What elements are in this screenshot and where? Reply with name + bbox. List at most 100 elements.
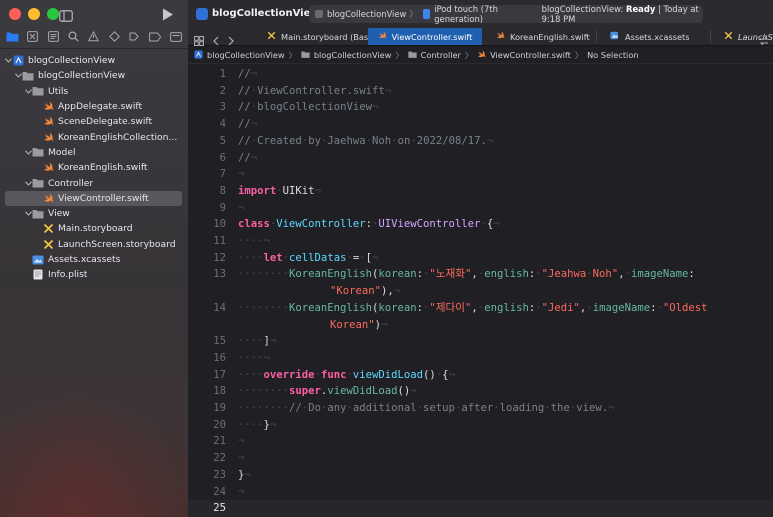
tab-viewcontroller-swift[interactable]: ViewController.swift [368,28,482,45]
code-text: //·Created·by·Jaehwa·Noh·on·2022/08/17.¬ [238,133,493,150]
tab-koreanenglish-swift[interactable]: KoreanEnglish.swift [482,28,596,45]
code-line: 7 ¬ [188,166,773,183]
zoom-window-button[interactable] [47,8,59,20]
debug-icon[interactable] [127,29,143,45]
chevron-down-icon[interactable] [24,211,32,216]
code-text: }¬ [238,467,251,484]
tree-item[interactable]: Utils [0,84,188,99]
chevron-down-icon[interactable] [4,58,12,63]
swift-icon [378,31,387,42]
line-number: 5 [219,134,226,147]
jump-bar-label: blogCollectionView [313,49,392,60]
jump-bar-item[interactable]: blogCollectionView [301,49,392,60]
chevron-down-icon[interactable] [24,150,32,155]
code-text: class·ViewController:·UIViewController·{… [238,216,500,233]
tree-item[interactable]: Controller [0,175,188,190]
code-token: imageName [630,268,689,281]
code-token: Jaehwa [327,134,366,147]
line-number: 11 [213,235,226,247]
code-token: ¬ [372,251,379,264]
tree-item[interactable]: SceneDelegate.swift [0,114,188,129]
jump-bar-item[interactable]: Controller [408,50,461,60]
breakpoint-icon[interactable] [147,29,163,45]
tree-item-label: ViewController.swift [58,192,149,204]
code-token: override [263,368,315,381]
code-token: : [688,268,695,281]
tab-label: ViewController.swift [391,31,473,42]
code-token: super [289,385,321,398]
assets-icon [610,31,620,42]
code-token: ¬ [238,435,245,448]
build-status: blogCollectionView: Ready | Today at 9:1… [542,4,703,24]
line-number: 14 [213,301,226,314]
code-token: viewDidLoad [327,385,398,398]
report-icon[interactable] [168,29,184,45]
code-token: imageName [592,301,651,314]
tree-item-label: LaunchScreen.storyboard [58,238,176,250]
tab-label: Main.storyboard (Base) [281,31,377,42]
test-icon[interactable] [106,29,122,45]
code-token: "Jeahwa [541,268,587,281]
sidebar-toggle-icon[interactable] [59,7,73,26]
destination-selector[interactable]: iPod touch (7th generation) [422,4,530,24]
tree-item[interactable]: Model [0,145,188,160]
chevron-down-icon[interactable] [24,180,32,186]
scheme-selector[interactable]: blogCollectionView 〉 [309,8,421,20]
storyboard-icon [42,238,54,250]
code-line: 14 ········KoreanEnglish(korean:·"제다이",·e… [188,300,773,317]
code-token: KoreanEnglish [289,301,372,314]
code-line: 18 ········super.viewDidLoad()¬ [188,383,773,400]
minimize-window-button[interactable] [28,8,40,20]
warning-icon[interactable] [86,29,102,45]
tree-item-label: KoreanEnglish.swift [58,162,148,174]
code-token: ····¬ [238,235,270,247]
line-number: 16 [213,351,226,364]
tree-item[interactable]: View [0,206,188,221]
source-editor[interactable]: 1//¬ 2//·ViewController.swift¬ 3//·blogCol… [188,66,773,517]
editor-tab-bar: Main.storyboard (Base) ViewController.swi… [188,28,773,46]
chevron-right-icon: 〉 [574,49,584,60]
search-icon[interactable] [66,29,82,45]
jump-bar-item[interactable]: ViewController.swift [477,50,571,60]
tree-item[interactable]: blogCollectionView [0,53,188,68]
tree-item-label: SceneDelegate.swift [58,116,153,128]
tree-item[interactable]: Assets.xcassets [0,252,188,267]
tree-item[interactable]: blogCollectionView [0,68,188,83]
symbol-icon[interactable] [45,29,61,45]
tree-item[interactable]: KoreanEnglishCollection... [0,129,188,144]
close-window-button[interactable] [9,8,21,20]
code-line: 17 ····override·func·viewDidLoad()·{¬ [188,367,773,384]
xcode-window: blogCollectionView blogCollectionView Util… [0,0,773,517]
tree-item[interactable]: Main.storyboard [0,221,188,236]
code-token: ¬ [314,184,321,197]
jump-bar-item[interactable]: No Selection [587,50,638,60]
code-text: ····}¬ [238,417,276,434]
tab-main-storyboard-base[interactable]: Main.storyboard (Base) [253,28,376,45]
chevron-right-icon: 〉 [464,49,474,60]
code-token: ¬ [393,285,401,298]
jump-bar-item[interactable]: blogCollectionView [194,50,285,60]
code-token: ¬ [410,385,417,398]
tab-assets-xcassets[interactable]: Assets.xcassets [596,28,710,45]
code-text: ¬ [238,166,244,183]
tree-item[interactable]: KoreanEnglish.swift [0,160,188,175]
swift-icon [42,131,54,143]
folder-icon [32,208,44,220]
tree-item[interactable]: Info.plist [0,267,188,282]
device-icon [422,9,431,19]
code-token: ········ [238,385,290,398]
chevron-down-icon[interactable] [14,73,22,79]
run-button[interactable] [162,6,174,25]
tree-item[interactable]: LaunchScreen.storyboard [0,237,188,252]
tree-item[interactable]: AppDelegate.swift [0,99,188,114]
chevron-down-icon[interactable] [24,89,32,94]
line-number: 3 [219,101,226,114]
code-token: ········ [238,402,290,414]
code-token: func [320,368,347,381]
source-control-icon[interactable] [25,29,41,45]
folder-icon[interactable] [4,29,20,45]
code-token: loading [499,402,545,414]
tree-item[interactable]: ViewController.swift [5,190,182,206]
code-text: import·UIKit¬ [238,183,321,200]
code-token: ¬ [238,452,245,465]
